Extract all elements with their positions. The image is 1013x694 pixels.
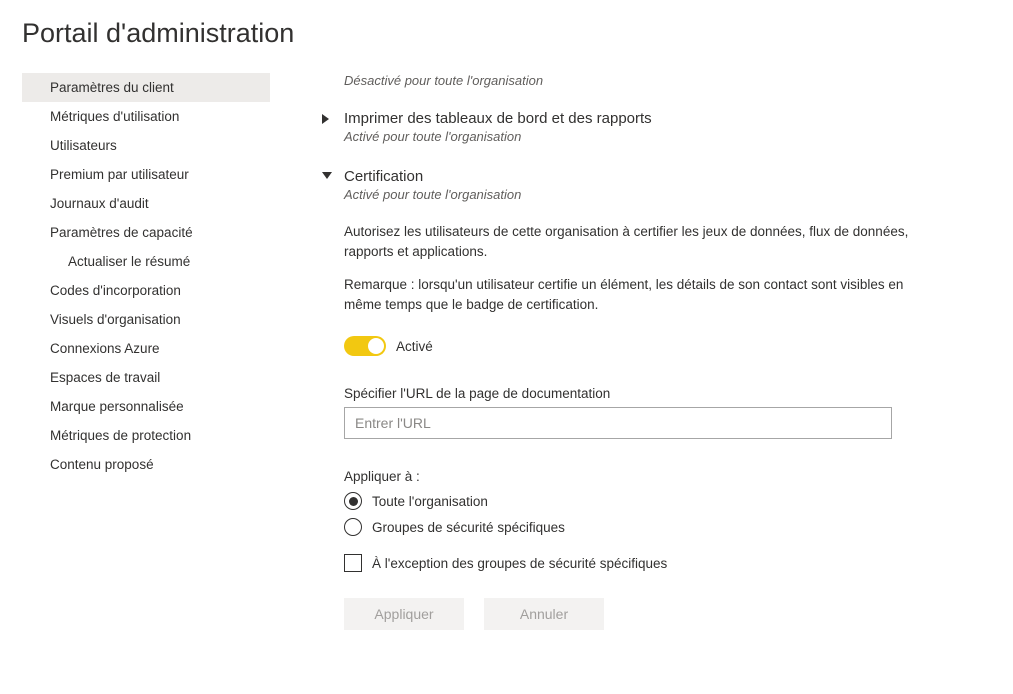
page-title: Portail d'administration xyxy=(22,18,991,49)
sidebar-item-featured-content[interactable]: Contenu proposé xyxy=(22,450,270,479)
apply-to-label: Appliquer à : xyxy=(344,469,910,484)
sidebar-item-premium-per-user[interactable]: Premium par utilisateur xyxy=(22,160,270,189)
section-certification: Certification Activé pour toute l'organi… xyxy=(322,168,910,630)
sidebar-item-tenant-settings[interactable]: Paramètres du client xyxy=(22,73,270,102)
doc-url-label: Spécifier l'URL de la page de documentat… xyxy=(344,386,910,401)
doc-url-input[interactable] xyxy=(344,407,892,439)
certification-description-2: Remarque : lorsqu'un utilisateur certifi… xyxy=(344,275,910,314)
chevron-down-icon xyxy=(322,172,334,179)
sidebar-item-refresh-summary[interactable]: Actualiser le résumé xyxy=(22,247,270,276)
sidebar-item-protection-metrics[interactable]: Métriques de protection xyxy=(22,421,270,450)
apply-to-all-label: Toute l'organisation xyxy=(372,494,488,509)
sidebar-item-org-visuals[interactable]: Visuels d'organisation xyxy=(22,305,270,334)
sidebar-item-users[interactable]: Utilisateurs xyxy=(22,131,270,160)
except-groups-checkbox[interactable]: À l'exception des groupes de sécurité sp… xyxy=(344,554,910,572)
apply-to-groups-radio[interactable]: Groupes de sécurité spécifiques xyxy=(344,518,910,536)
sidebar-item-capacity-settings[interactable]: Paramètres de capacité xyxy=(22,218,270,247)
sidebar-item-custom-branding[interactable]: Marque personnalisée xyxy=(22,392,270,421)
apply-to-groups-label: Groupes de sécurité spécifiques xyxy=(372,520,565,535)
certification-toggle[interactable] xyxy=(344,336,386,356)
sidebar-item-audit-logs[interactable]: Journaux d'audit xyxy=(22,189,270,218)
section-print-header[interactable]: Imprimer des tableaux de bord et des rap… xyxy=(322,110,910,127)
certification-description-1: Autorisez les utilisateurs de cette orga… xyxy=(344,222,910,261)
sidebar: Paramètres du client Métriques d'utilisa… xyxy=(22,73,270,479)
section-print-title: Imprimer des tableaux de bord et des rap… xyxy=(344,110,652,127)
section-certification-title: Certification xyxy=(344,168,423,185)
sidebar-item-azure-connections[interactable]: Connexions Azure xyxy=(22,334,270,363)
radio-icon xyxy=(344,518,362,536)
sidebar-item-usage-metrics[interactable]: Métriques d'utilisation xyxy=(22,102,270,131)
checkbox-icon xyxy=(344,554,362,572)
section-certification-header[interactable]: Certification xyxy=(322,168,910,185)
section-print: Imprimer des tableaux de bord et des rap… xyxy=(322,110,910,144)
certification-toggle-label: Activé xyxy=(396,339,433,354)
cancel-button[interactable]: Annuler xyxy=(484,598,604,630)
main-content: Désactivé pour toute l'organisation Impr… xyxy=(270,73,910,654)
section-certification-subtitle: Activé pour toute l'organisation xyxy=(344,187,910,202)
section-print-subtitle: Activé pour toute l'organisation xyxy=(344,129,910,144)
except-groups-label: À l'exception des groupes de sécurité sp… xyxy=(372,556,667,571)
radio-icon xyxy=(344,492,362,510)
chevron-right-icon xyxy=(322,114,334,124)
apply-button[interactable]: Appliquer xyxy=(344,598,464,630)
sidebar-item-embed-codes[interactable]: Codes d'incorporation xyxy=(22,276,270,305)
sidebar-item-workspaces[interactable]: Espaces de travail xyxy=(22,363,270,392)
apply-to-all-radio[interactable]: Toute l'organisation xyxy=(344,492,910,510)
prev-section-subtitle: Désactivé pour toute l'organisation xyxy=(344,73,910,88)
